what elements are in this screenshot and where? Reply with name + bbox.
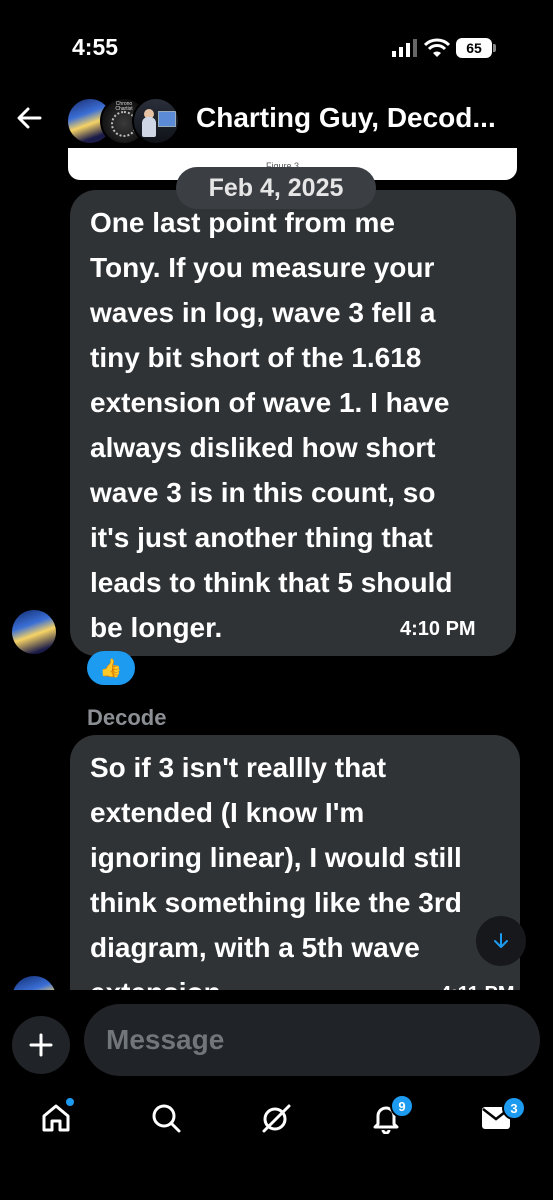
tab-grok[interactable] (254, 1096, 298, 1140)
message-text: One last point from me Tony. If you meas… (90, 200, 510, 650)
tab-notifications[interactable]: 9 (364, 1094, 414, 1140)
message-line: it's just another thing that (90, 522, 433, 553)
message-line: extended (I know I'm (90, 797, 365, 828)
grok-icon (262, 1104, 291, 1133)
notifications-badge: 9 (390, 1094, 414, 1118)
date-separator: Feb 4, 2025 (176, 167, 376, 209)
screen-graphic (158, 111, 176, 127)
message-time: 4:10 PM (400, 618, 476, 640)
status-time: 4:55 (72, 34, 119, 60)
tab-search[interactable] (144, 1096, 188, 1140)
scroll-to-bottom-button[interactable] (476, 916, 526, 966)
message-line: diagram, with a 5th wave (90, 932, 420, 963)
search-icon (152, 1104, 181, 1133)
message-line: So if 3 isn't reallly that (90, 752, 387, 783)
message-input[interactable]: Message (84, 1004, 540, 1076)
status-icons: 65 (392, 36, 496, 60)
sender-avatar[interactable] (12, 610, 56, 654)
reaction-thumbs-up[interactable]: 👍 (87, 651, 135, 685)
message-bubble-1[interactable]: One last point from me Tony. If you meas… (70, 190, 516, 656)
battery-indicator: 65 (456, 38, 492, 58)
sender-name: Decode (87, 705, 167, 730)
person-body (142, 117, 156, 137)
message-line: waves in log, wave 3 fell a (90, 297, 436, 328)
message-line: ignoring linear), I would still (90, 842, 462, 873)
plus-icon (29, 1033, 53, 1057)
chat-title[interactable]: Charting Guy, Decod... (196, 102, 496, 134)
home-icon (42, 1104, 70, 1132)
tab-home[interactable] (34, 1096, 78, 1140)
message-line: tiny bit short of the 1.618 (90, 342, 422, 373)
signal-icon (392, 39, 417, 57)
home-new-dot (66, 1098, 74, 1106)
group-avatar-3[interactable] (132, 97, 180, 145)
message-line: Tony. If you measure your (90, 252, 435, 283)
message-line: extension of wave 1. I have (90, 387, 450, 418)
add-attachment-button[interactable] (12, 1016, 70, 1074)
tab-messages[interactable]: 3 (474, 1096, 526, 1140)
battery-tip (493, 44, 496, 52)
message-text: So if 3 isn't reallly that extended (I k… (90, 745, 515, 1015)
wifi-icon (424, 38, 450, 57)
message-placeholder: Message (106, 1024, 225, 1055)
message-line: leads to think that 5 should (90, 567, 453, 598)
messages-badge: 3 (502, 1096, 526, 1120)
message-line: wave 3 is in this count, so (90, 477, 436, 508)
message-line: always disliked how short (90, 432, 436, 463)
back-button[interactable] (12, 100, 48, 136)
back-arrow-icon (17, 107, 42, 129)
arrow-down-icon (494, 933, 508, 948)
message-line: think something like the 3rd (90, 887, 462, 918)
